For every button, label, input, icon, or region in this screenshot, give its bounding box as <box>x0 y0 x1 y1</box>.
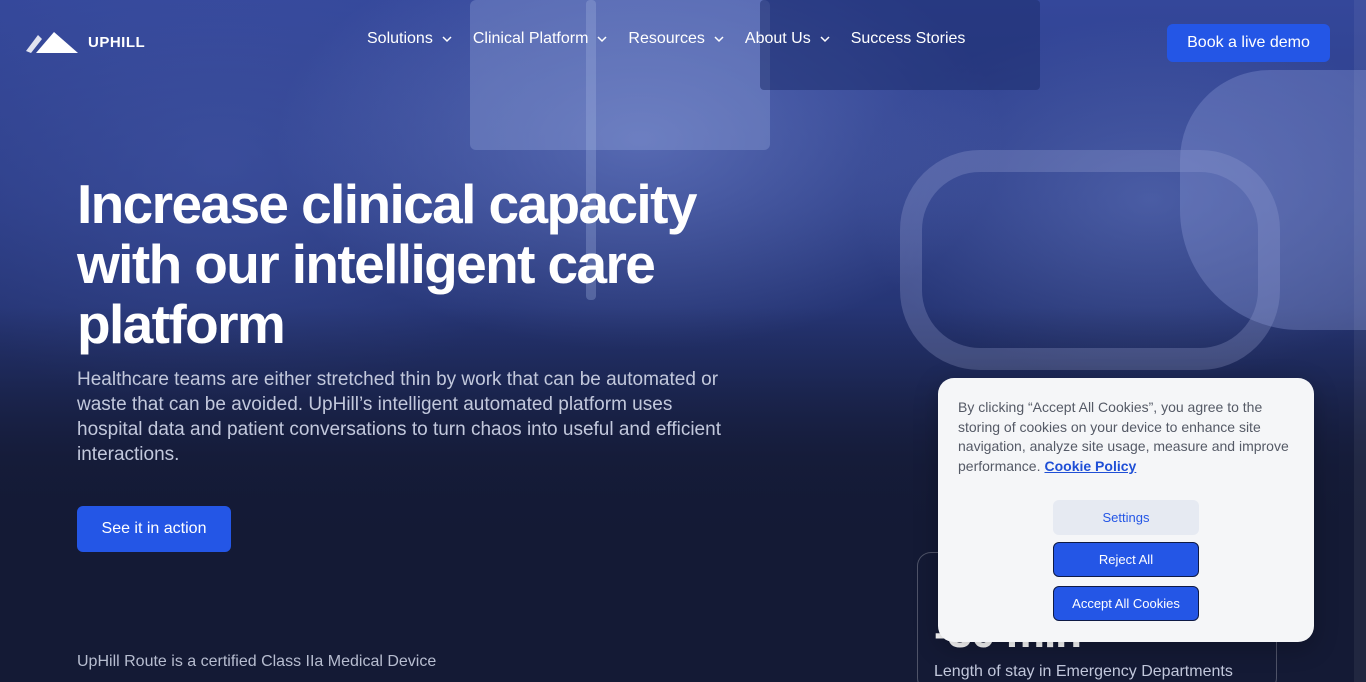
chevron-down-icon <box>442 36 452 43</box>
nav-item-about-us[interactable]: About Us <box>745 30 831 48</box>
hero-title: Increase clinical capacity with our inte… <box>77 173 697 355</box>
hero-subtitle: Healthcare teams are either stretched th… <box>77 369 721 465</box>
nav-item-success-stories[interactable]: Success Stories <box>851 30 966 48</box>
nav-item-resources[interactable]: Resources <box>628 30 724 48</box>
see-it-in-action-button[interactable]: See it in action <box>77 506 231 552</box>
cookie-settings-button[interactable]: Settings <box>1053 500 1199 535</box>
hero-photo-monitor <box>470 0 770 150</box>
nav-item-solutions[interactable]: Solutions <box>367 30 453 48</box>
chevron-down-icon <box>820 36 830 43</box>
page-scrollbar[interactable] <box>1354 0 1366 682</box>
cookie-policy-link[interactable]: Cookie Policy <box>1044 458 1136 474</box>
stat-label: Length of stay in Emergency Departments <box>934 663 1233 680</box>
nav-item-label: Resources <box>628 30 705 47</box>
accept-all-cookies-button[interactable]: Accept All Cookies <box>1053 586 1199 621</box>
nav-item-clinical-platform[interactable]: Clinical Platform <box>473 30 609 48</box>
nav-item-label: About Us <box>744 30 811 47</box>
certification-text: UpHill Route is a certified Class IIa Me… <box>77 653 437 670</box>
logo-text: UPHILL <box>88 33 146 51</box>
cookie-banner: By clicking “Accept All Cookies”, you ag… <box>938 378 1314 642</box>
reject-all-button[interactable]: Reject All <box>1053 542 1199 577</box>
logo-mountain-icon <box>26 32 78 53</box>
nav-item-label: Success Stories <box>850 30 966 47</box>
brand-logo[interactable]: UPHILL <box>24 29 145 55</box>
main-nav: Solutions Clinical Platform Resources Ab… <box>367 30 985 48</box>
chevron-down-icon <box>714 36 724 43</box>
chevron-down-icon <box>597 36 607 43</box>
nav-item-label: Solutions <box>367 30 433 47</box>
nav-item-label: Clinical Platform <box>472 30 589 47</box>
book-demo-button[interactable]: Book a live demo <box>1167 24 1330 62</box>
cookie-text: By clicking “Accept All Cookies”, you ag… <box>958 398 1298 476</box>
